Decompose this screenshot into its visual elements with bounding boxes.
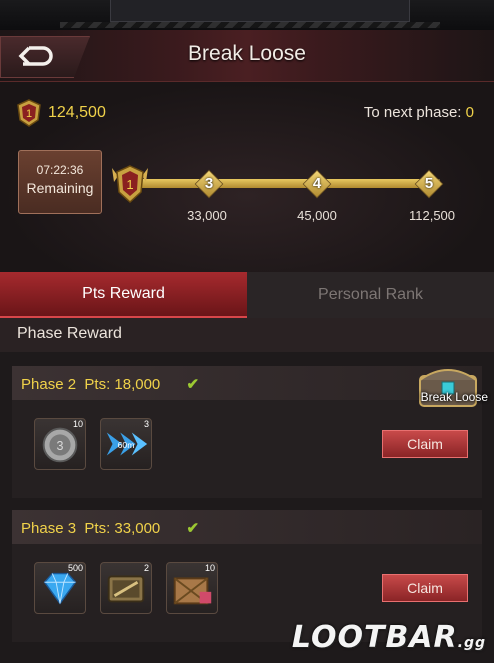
timer-time: 07:22:36 [36,163,84,177]
phase-title: Phase 2 [21,376,77,393]
reward-item-gear-chest[interactable]: 2 [100,562,152,614]
phase-title: Phase 3 [21,520,77,537]
watermark-brand: LOOTBAR [291,620,458,655]
check-icon: ✔ [186,376,200,393]
reward-qty: 3 [143,419,149,429]
reward-qty: 10 [72,419,83,429]
phase-node-points: 45,000 [297,208,337,223]
current-phase-badge-icon: 1 [112,165,148,204]
reward-item-coin[interactable]: 3 10 [34,418,86,470]
next-phase-value: 0 [465,104,474,121]
reward-item-speedup[interactable]: 60m 3 [100,418,152,470]
phase-node-points: 33,000 [187,208,227,223]
claim-button[interactable]: Claim [382,574,468,602]
phase-body: 3 10 60m 3 Claim [12,400,482,498]
reward-item-diamond[interactable]: 500 [34,562,86,614]
timer-label: Remaining [26,180,94,196]
phase-progress-track [120,179,440,188]
tab-pts-reward[interactable]: Pts Reward [0,272,247,318]
reward-item-supply-crate[interactable]: 10 [166,562,218,614]
header: Break Loose [0,30,494,82]
top-bar-hatch [60,22,440,28]
chest-label: Break Loose [420,390,488,404]
page-title: Break Loose [188,42,306,65]
next-phase-label: To next phase: 0 [364,104,474,121]
speedup-text: 60m [118,440,135,450]
watermark-suffix: .gg [457,635,486,651]
section-title: Phase Reward [0,318,494,352]
phase-header: Phase 3 Pts: 33,000 ✔ [12,510,482,544]
svg-text:3: 3 [57,439,64,453]
phase-badge-icon: 1 [17,99,41,127]
check-icon: ✔ [186,520,200,537]
reward-qty: 10 [204,563,215,573]
current-points: 124,500 [48,104,106,121]
phase-node-number: 5 [424,175,434,192]
phase-node-3: 3 [194,169,224,199]
svg-text:1: 1 [26,108,32,120]
timer-box: 07:22:36 Remaining [18,150,102,214]
top-strip [0,0,494,30]
tab-personal-rank[interactable]: Personal Rank [247,272,494,318]
top-bar-frame [110,0,410,22]
phase-node-points: 112,500 [408,208,456,223]
phase-points: Pts: 33,000 [84,520,161,537]
claim-button[interactable]: Claim [382,430,468,458]
phase-node-number: 3 [204,175,214,192]
phase-node-5: 5 [414,169,444,199]
stats-panel: 1 124,500 To next phase: 0 07:22:36 Rema… [0,82,494,272]
phase-points: Pts: 18,000 [84,376,161,393]
reward-qty: 2 [143,563,149,573]
reward-qty: 500 [67,563,83,573]
svg-text:1: 1 [126,177,133,192]
watermark: LOOTBAR.gg [292,620,486,655]
next-phase-text: To next phase: [363,104,462,121]
phase-node-number: 4 [312,175,322,192]
phase-node-4: 4 [302,169,332,199]
tab-bar: Pts Reward Personal Rank [0,272,494,318]
